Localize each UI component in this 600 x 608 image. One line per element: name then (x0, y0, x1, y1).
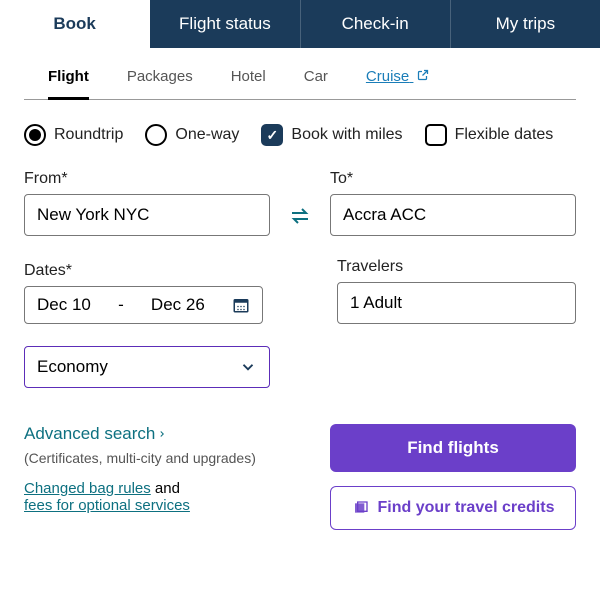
date-start: Dec 10 (37, 295, 91, 315)
option-roundtrip-label: Roundtrip (54, 126, 123, 144)
option-one-way-label: One-way (175, 126, 239, 144)
checkbox-icon (425, 124, 447, 146)
main-tabs: Book Flight status Check-in My trips (0, 0, 600, 48)
dates-label: Dates* (24, 262, 263, 280)
subtab-flight[interactable]: Flight (48, 68, 89, 100)
subtab-hotel[interactable]: Hotel (231, 68, 266, 89)
find-credits-label: Find your travel credits (378, 499, 555, 517)
to-label: To* (330, 170, 576, 188)
tab-check-in[interactable]: Check-in (301, 0, 451, 48)
option-roundtrip[interactable]: Roundtrip (24, 124, 123, 146)
option-miles-label: Book with miles (291, 126, 402, 144)
subtab-cruise[interactable]: Cruise (366, 68, 430, 89)
from-input[interactable] (24, 194, 270, 236)
trip-options-row: Roundtrip One-way ✓ Book with miles Flex… (24, 124, 576, 146)
advanced-search-label: Advanced search (24, 424, 155, 444)
external-link-icon (417, 69, 429, 81)
date-separator: - (118, 295, 124, 315)
calendar-icon (232, 296, 250, 314)
tab-my-trips[interactable]: My trips (451, 0, 600, 48)
chevron-right-icon (157, 427, 167, 441)
option-book-with-miles[interactable]: ✓ Book with miles (261, 124, 402, 146)
cabin-value: Economy (37, 357, 108, 377)
checkbox-icon: ✓ (261, 124, 283, 146)
and-text: and (151, 480, 180, 497)
swap-button[interactable] (284, 196, 316, 236)
advanced-search-link[interactable]: Advanced search (24, 424, 167, 444)
sub-tabs: Flight Packages Hotel Car Cruise (24, 68, 576, 100)
from-label: From* (24, 170, 270, 188)
tab-book[interactable]: Book (0, 0, 150, 48)
chevron-down-icon (239, 358, 257, 376)
subtab-cruise-label: Cruise (366, 68, 409, 85)
radio-icon (24, 124, 46, 146)
option-flexible-label: Flexible dates (455, 126, 554, 144)
tab-flight-status[interactable]: Flight status (150, 0, 300, 48)
swap-icon (288, 204, 312, 228)
dates-input[interactable]: Dec 10 - Dec 26 (24, 286, 263, 324)
travelers-input[interactable] (337, 282, 576, 324)
travelers-label: Travelers (337, 258, 576, 276)
changed-bag-rules-link[interactable]: Changed bag rules (24, 480, 151, 497)
advanced-search-note: (Certificates, multi-city and upgrades) (24, 450, 290, 466)
subtab-car[interactable]: Car (304, 68, 328, 89)
to-input[interactable] (330, 194, 576, 236)
option-flexible-dates[interactable]: Flexible dates (425, 124, 554, 146)
find-flights-button[interactable]: Find flights (330, 424, 576, 472)
fees-link[interactable]: fees for optional services (24, 497, 190, 514)
radio-icon (145, 124, 167, 146)
option-one-way[interactable]: One-way (145, 124, 239, 146)
find-credits-button[interactable]: Find your travel credits (330, 486, 576, 530)
date-end: Dec 26 (151, 295, 205, 315)
cabin-select[interactable]: Economy (24, 346, 270, 388)
credits-icon (352, 500, 370, 516)
subtab-packages[interactable]: Packages (127, 68, 193, 89)
